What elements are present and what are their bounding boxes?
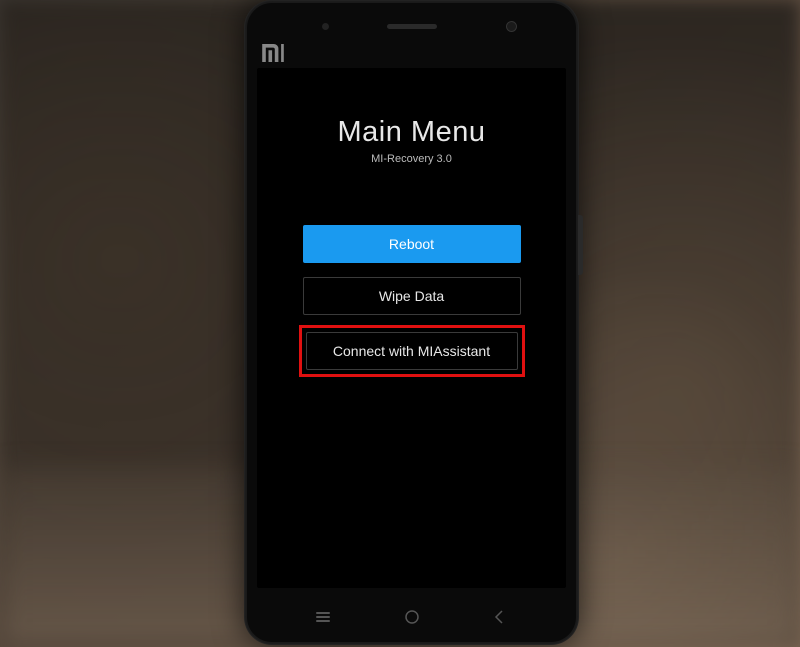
- connect-miassistant-button[interactable]: Connect with MIAssistant: [306, 332, 518, 370]
- nav-buttons: [244, 608, 579, 626]
- highlight-annotation: Connect with MIAssistant: [299, 325, 525, 377]
- wipe-data-button[interactable]: Wipe Data: [303, 277, 521, 315]
- page-subtitle: MI-Recovery 3.0: [371, 153, 452, 165]
- home-nav-icon[interactable]: [403, 608, 421, 626]
- menu-nav-icon[interactable]: [314, 608, 332, 626]
- phone-screen: Main Menu MI-Recovery 3.0 Reboot Wipe Da…: [257, 68, 566, 588]
- reboot-button[interactable]: Reboot: [303, 225, 521, 263]
- back-nav-icon[interactable]: [491, 608, 509, 626]
- earpiece-speaker: [387, 24, 437, 29]
- page-title: Main Menu: [338, 116, 486, 149]
- proximity-sensor: [322, 23, 329, 30]
- phone-frame: Main Menu MI-Recovery 3.0 Reboot Wipe Da…: [244, 0, 579, 645]
- front-camera: [506, 21, 517, 32]
- main-menu: Reboot Wipe Data Connect with MIAssistan…: [303, 225, 521, 373]
- power-button[interactable]: [578, 215, 583, 275]
- mi-logo-icon: [262, 44, 284, 62]
